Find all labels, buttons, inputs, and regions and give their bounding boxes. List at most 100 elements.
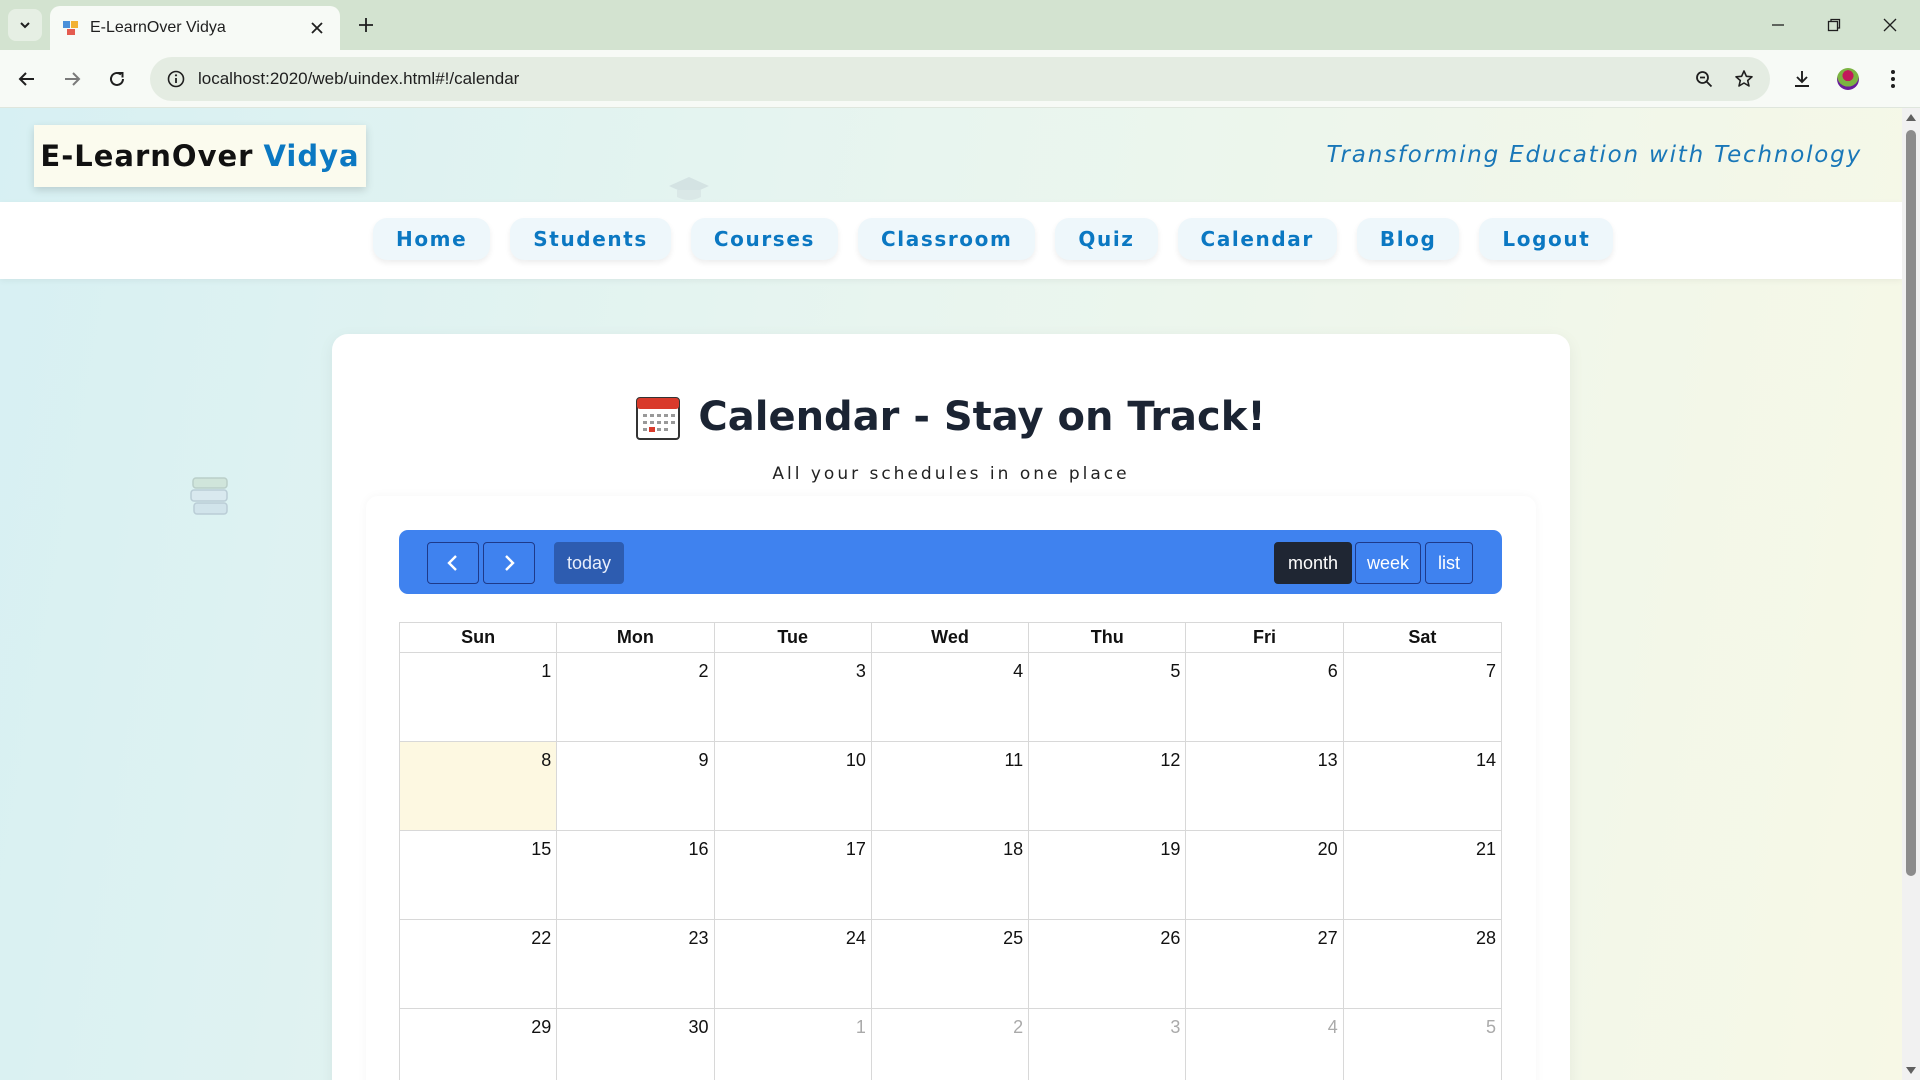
site-logo[interactable]: E-LearnOver Vidya [34,125,366,187]
calendar-header: Calendar - Stay on Track! [332,394,1570,440]
nav-courses[interactable]: Courses [690,218,838,260]
day-cell[interactable]: 13 [1186,742,1344,830]
day-cell[interactable]: 11 [872,742,1030,830]
prev-button[interactable] [427,542,479,584]
downloads-button[interactable] [1786,63,1818,95]
nav-classroom[interactable]: Classroom [857,218,1036,260]
main-nav: Home Students Courses Classroom Quiz Cal… [0,202,1902,279]
day-cell[interactable]: 28 [1344,920,1501,1008]
avatar [1837,68,1859,90]
day-cell[interactable]: 20 [1186,831,1344,919]
day-cell[interactable]: 7 [1344,653,1501,741]
day-cell-next-month[interactable]: 5 [1344,1009,1501,1080]
day-cell[interactable]: 14 [1344,742,1501,830]
books-icon [190,477,228,515]
arrow-left-icon [18,72,34,86]
close-window-button[interactable] [1870,10,1910,40]
reload-button[interactable] [101,63,133,95]
day-cell[interactable]: 18 [872,831,1030,919]
nav-blog[interactable]: Blog [1356,218,1460,260]
info-icon [167,70,185,88]
minimize-button[interactable] [1758,10,1798,40]
view-month-button[interactable]: month [1274,542,1352,584]
bookmark-button[interactable] [1724,59,1764,99]
chevron-left-icon [447,555,457,571]
zoom-button[interactable] [1684,59,1724,99]
day-cell[interactable]: 4 [872,653,1030,741]
tab-search-button[interactable] [8,9,42,41]
star-icon [1735,70,1753,87]
day-cell[interactable]: 15 [400,831,558,919]
today-button[interactable]: today [554,542,624,584]
day-cell[interactable]: 1 [400,653,558,741]
day-cell[interactable]: 22 [400,920,558,1008]
brand-name: E-LearnOver [40,139,254,173]
site-favicon-icon [62,19,80,37]
weekday-thu: Thu [1029,623,1187,652]
nav-calendar[interactable]: Calendar [1177,218,1337,260]
graduation-cap-icon [669,177,709,200]
day-cell[interactable]: 2 [557,653,715,741]
day-cell[interactable]: 12 [1029,742,1187,830]
next-button[interactable] [483,542,535,584]
week-row: 15 16 17 18 19 20 21 [399,831,1502,920]
nav-students[interactable]: Students [510,218,671,260]
close-icon [1883,18,1897,32]
scroll-thumb[interactable] [1906,130,1916,876]
close-icon [311,22,323,34]
week-row: 1 2 3 4 5 6 7 [399,653,1502,742]
day-cell[interactable]: 19 [1029,831,1187,919]
weekday-tue: Tue [715,623,872,652]
view-week-button[interactable]: week [1355,542,1421,584]
scroll-up-icon[interactable] [1906,114,1916,121]
day-cell[interactable]: 16 [557,831,715,919]
nav-logout[interactable]: Logout [1479,218,1614,260]
url-text[interactable]: localhost:2020/web/uindex.html#!/calenda… [198,69,1684,89]
day-cell[interactable]: 17 [715,831,872,919]
tab-title: E-LearnOver Vidya [90,19,226,36]
day-cell[interactable]: 29 [400,1009,558,1080]
zoom-out-icon [1696,71,1713,88]
day-cell[interactable]: 23 [557,920,715,1008]
site-info-button[interactable] [154,57,198,101]
weekday-wed: Wed [872,623,1030,652]
day-cell-next-month[interactable]: 4 [1186,1009,1344,1080]
address-bar[interactable]: localhost:2020/web/uindex.html#!/calenda… [150,57,1770,101]
page-subtitle: All your schedules in one place [772,464,1130,484]
day-cell-next-month[interactable]: 3 [1029,1009,1187,1080]
view-list-button[interactable]: list [1425,542,1473,584]
tab-close-button[interactable] [306,17,328,39]
scroll-down-icon[interactable] [1906,1067,1916,1074]
day-cell-next-month[interactable]: 2 [872,1009,1030,1080]
day-cell[interactable]: 30 [557,1009,715,1080]
browser-menu-button[interactable] [1877,63,1909,95]
day-cell[interactable]: 9 [557,742,715,830]
day-cell-next-month[interactable]: 1 [715,1009,872,1080]
browser-tab[interactable]: E-LearnOver Vidya [50,6,340,50]
nav-quiz[interactable]: Quiz [1055,218,1158,260]
day-cell[interactable]: 25 [872,920,1030,1008]
new-tab-button[interactable] [352,11,380,39]
page-scrollbar[interactable] [1902,108,1920,1080]
back-button[interactable] [11,63,43,95]
day-cell[interactable]: 27 [1186,920,1344,1008]
profile-button[interactable] [1832,63,1864,95]
reload-icon [110,71,124,86]
day-cell[interactable]: 26 [1029,920,1187,1008]
day-cell[interactable]: 5 [1029,653,1187,741]
day-cell[interactable]: 10 [715,742,872,830]
forward-button[interactable] [56,63,88,95]
restore-icon [1827,18,1841,32]
arrow-right-icon [65,72,81,86]
day-cell[interactable]: 3 [715,653,872,741]
day-cell[interactable]: 6 [1186,653,1344,741]
plus-icon [359,18,373,32]
restore-button[interactable] [1814,10,1854,40]
day-cell[interactable]: 24 [715,920,872,1008]
day-cell-today[interactable]: 8 [400,742,558,830]
nav-list: Home Students Courses Classroom Quiz Cal… [373,218,1614,260]
day-cell[interactable]: 21 [1344,831,1501,919]
week-row: 29 30 1 2 3 4 5 [399,1009,1502,1080]
nav-home[interactable]: Home [373,218,491,260]
week-row: 22 23 24 25 26 27 28 [399,920,1502,1009]
